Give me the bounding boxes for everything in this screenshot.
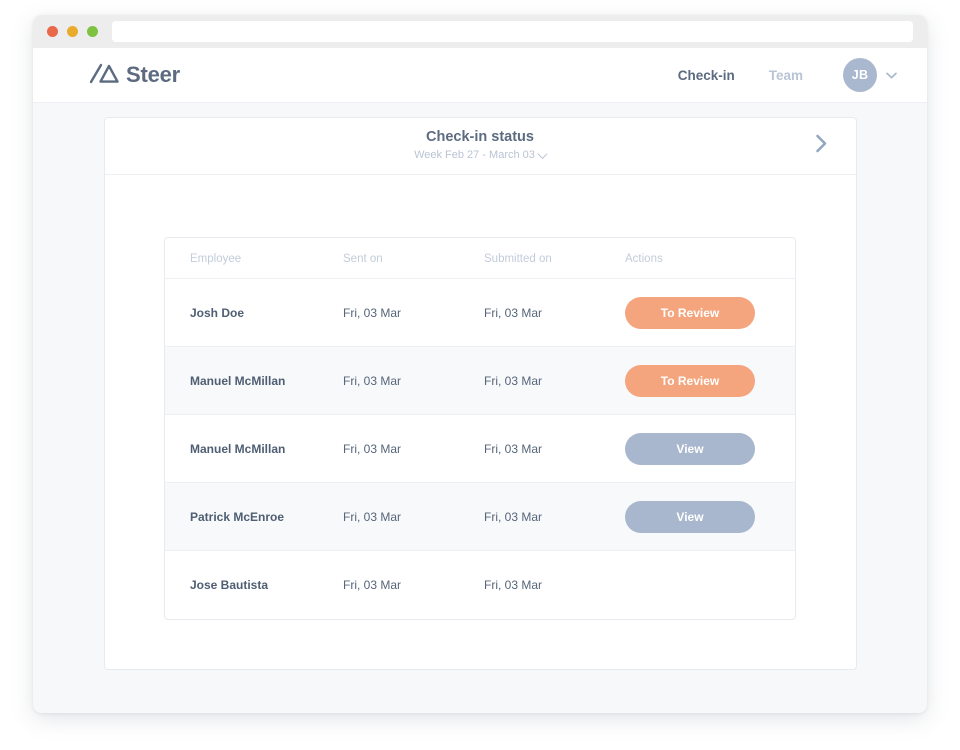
submitted-on-value: Fri, 03 Mar bbox=[484, 482, 625, 551]
table-row[interactable]: Josh Doe Fri, 03 Mar Fri, 03 Mar To Revi… bbox=[165, 278, 795, 347]
table-row[interactable]: Patrick McEnroe Fri, 03 Mar Fri, 03 Mar … bbox=[165, 482, 795, 551]
employee-name: Jose Bautista bbox=[190, 577, 269, 592]
brand-name: Steer bbox=[126, 62, 181, 87]
check-in-status-card: Check-in status Week Feb 27 - March 03 E… bbox=[103, 117, 857, 670]
next-week-button[interactable] bbox=[809, 128, 834, 164]
check-in-table: Employee Sent on Submitted on Actions Jo… bbox=[165, 238, 795, 619]
submitted-on-value: Fri, 03 Mar bbox=[484, 414, 625, 483]
week-range-selector[interactable]: Week Feb 27 - March 03 bbox=[414, 147, 548, 164]
chevron-down-icon[interactable] bbox=[886, 66, 897, 84]
to-review-button[interactable]: To Review bbox=[625, 296, 755, 329]
close-window-button[interactable] bbox=[47, 26, 58, 37]
page-title: Check-in status bbox=[426, 129, 534, 145]
browser-window: Steer Check-in Team JB Check-in status W… bbox=[33, 15, 927, 713]
steer-triangle-logo-icon bbox=[89, 62, 119, 89]
table-header: Employee Sent on Submitted on Actions bbox=[165, 238, 795, 279]
week-range-label: Week Feb 27 - March 03 bbox=[414, 149, 535, 161]
submitted-on-value: Fri, 03 Mar bbox=[484, 577, 543, 592]
view-button[interactable]: View bbox=[625, 500, 755, 533]
minimize-window-button[interactable] bbox=[67, 26, 78, 37]
table-row[interactable]: Manuel McMillan Fri, 03 Mar Fri, 03 Mar … bbox=[165, 414, 795, 483]
sent-on-value: Fri, 03 Mar bbox=[343, 482, 484, 551]
app-header: Steer Check-in Team JB bbox=[33, 48, 927, 103]
page-body: Check-in status Week Feb 27 - March 03 E… bbox=[33, 103, 927, 713]
window-controls bbox=[47, 26, 98, 37]
employee-name: Josh Doe bbox=[190, 305, 245, 320]
submitted-on-value: Fri, 03 Mar bbox=[484, 346, 625, 415]
column-header-submitted-on: Submitted on bbox=[484, 238, 625, 279]
app-logo[interactable]: Steer bbox=[89, 62, 180, 89]
actions-cell-empty bbox=[625, 551, 795, 619]
column-header-sent-on: Sent on bbox=[343, 238, 484, 279]
view-button[interactable]: View bbox=[625, 432, 755, 465]
column-header-employee: Employee bbox=[165, 238, 343, 279]
chevron-down-icon bbox=[537, 149, 548, 160]
table-body: Josh Doe Fri, 03 Mar Fri, 03 Mar To Revi… bbox=[165, 278, 795, 619]
address-bar-input[interactable] bbox=[112, 21, 913, 42]
maximize-window-button[interactable] bbox=[87, 26, 98, 37]
sent-on-value: Fri, 03 Mar bbox=[343, 414, 484, 483]
nav-item-check-in[interactable]: Check-in bbox=[678, 68, 735, 83]
to-review-button[interactable]: To Review bbox=[625, 364, 755, 397]
user-menu[interactable]: JB bbox=[843, 58, 897, 92]
sent-on-value: Fri, 03 Mar bbox=[343, 278, 484, 347]
check-in-table-card: Employee Sent on Submitted on Actions Jo… bbox=[164, 237, 796, 620]
employee-name: Manuel McMillan bbox=[190, 373, 286, 388]
submitted-on-value: Fri, 03 Mar bbox=[484, 278, 625, 347]
employee-name: Patrick McEnroe bbox=[190, 509, 285, 524]
employee-name: Manuel McMillan bbox=[190, 441, 286, 456]
browser-chrome-bar bbox=[33, 15, 927, 48]
card-header: Check-in status Week Feb 27 - March 03 bbox=[104, 118, 856, 175]
table-container: Employee Sent on Submitted on Actions Jo… bbox=[105, 175, 856, 620]
main-nav: Check-in Team JB bbox=[678, 58, 897, 92]
table-row[interactable]: Manuel McMillan Fri, 03 Mar Fri, 03 Mar … bbox=[165, 346, 795, 415]
avatar[interactable]: JB bbox=[843, 58, 877, 92]
nav-item-team[interactable]: Team bbox=[769, 68, 803, 83]
sent-on-value: Fri, 03 Mar bbox=[343, 577, 402, 592]
table-header-row: Employee Sent on Submitted on Actions bbox=[165, 238, 795, 279]
column-header-actions: Actions bbox=[625, 238, 795, 279]
sent-on-value: Fri, 03 Mar bbox=[343, 346, 484, 415]
table-row[interactable]: Jose Bautista Fri, 03 Mar Fri, 03 Mar bbox=[165, 551, 795, 619]
